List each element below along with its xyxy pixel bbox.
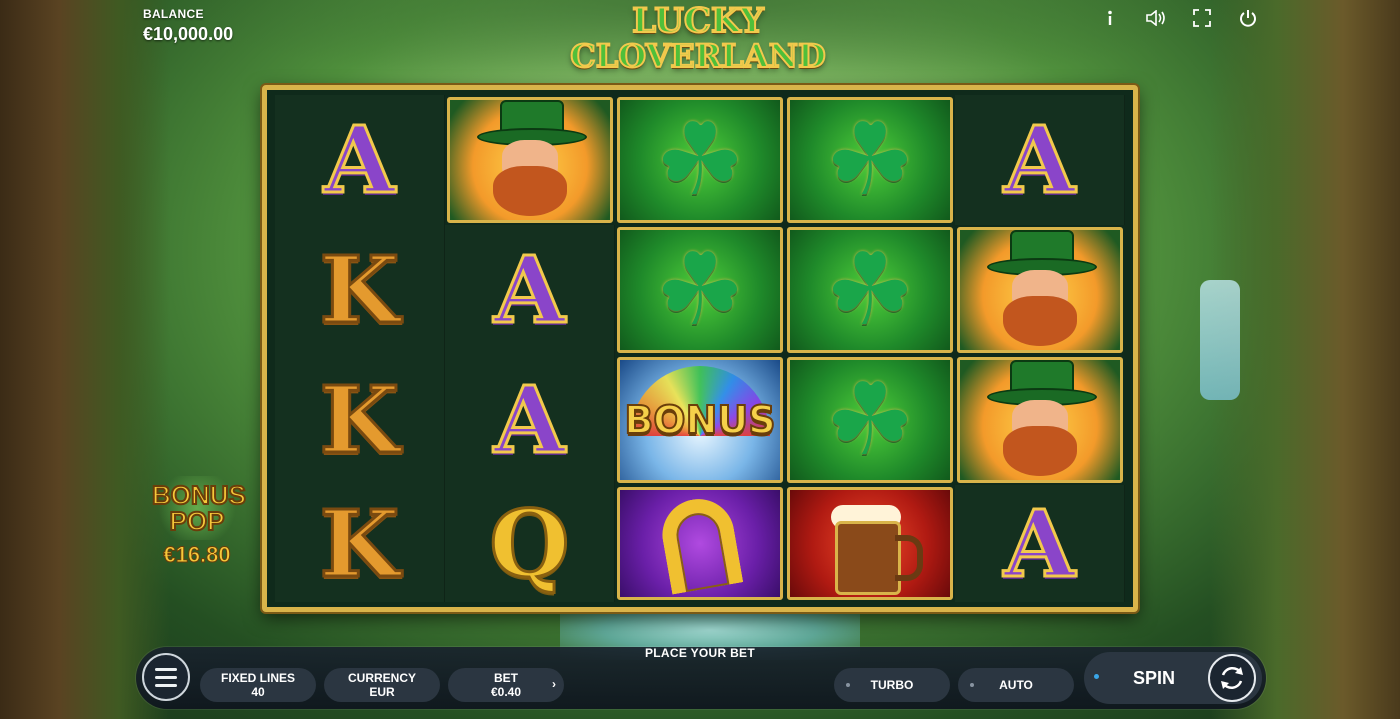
- fixed-lines-label: FIXED LINES: [220, 670, 295, 685]
- spin-button[interactable]: [1208, 654, 1256, 702]
- reel-grid: A ☘ ☘ A K A ☘ ☘ K A BONUS ☘ K Q A: [275, 95, 1125, 602]
- letter-a: A: [1002, 489, 1076, 598]
- symbol-horseshoe: [617, 487, 783, 600]
- balance-value: €10,000.00: [143, 24, 234, 44]
- symbol-k: K: [275, 355, 445, 485]
- spin-arrows-icon: [1221, 666, 1243, 690]
- leprechaun-icon: [965, 360, 1115, 480]
- symbol-k: K: [275, 485, 445, 602]
- bonus-pop-amount: €16.80: [163, 542, 231, 568]
- fixed-lines-value: 40: [251, 685, 265, 699]
- sound-icon[interactable]: [1144, 6, 1168, 30]
- spin-indicator: [1094, 674, 1099, 679]
- currency-display: CURRENCY EUR: [324, 668, 440, 702]
- symbol-a: A: [955, 95, 1125, 225]
- symbol-clover: ☘: [787, 97, 953, 223]
- horseshoe-icon: [656, 492, 744, 595]
- menu-icon-line: [155, 675, 177, 679]
- bet-value: €0.40: [490, 685, 522, 699]
- symbol-clover: ☘: [787, 357, 953, 483]
- symbol-leprechaun: [957, 227, 1123, 353]
- clover-icon: ☘: [825, 364, 915, 476]
- reels-frame: A ☘ ☘ A K A ☘ ☘ K A BONUS ☘ K Q A: [262, 85, 1138, 612]
- fixed-lines-display: FIXED LINES 40: [200, 668, 316, 702]
- letter-a: A: [492, 366, 566, 474]
- leprechaun-icon: [455, 100, 605, 220]
- symbol-a: A: [275, 95, 445, 225]
- spin-label: SPIN: [1132, 668, 1175, 688]
- symbol-q: Q: [445, 485, 615, 602]
- symbol-leprechaun: [957, 357, 1123, 483]
- auto-indicator: [970, 683, 974, 687]
- bonus-pop-title: BONUS POP: [151, 476, 247, 540]
- bonus-pop-badge: BONUS POP €16.80: [151, 476, 247, 568]
- waterfall: [1200, 280, 1240, 400]
- bonus-emblem: BONUS: [620, 360, 780, 480]
- letter-a: A: [322, 106, 396, 214]
- logo-line1: LUCKY: [631, 1, 765, 41]
- currency-label: CURRENCY: [347, 670, 416, 685]
- symbol-clover: ☘: [617, 227, 783, 353]
- currency-value: EUR: [369, 685, 395, 699]
- bonus-text: BONUS: [623, 397, 776, 443]
- chevron-right-icon[interactable]: ›: [552, 677, 556, 691]
- place-your-bet-title: PLACE YOUR BET: [645, 646, 755, 660]
- menu-icon-line: [155, 667, 177, 671]
- balance-display: BALANCE €10,000.00: [143, 7, 233, 45]
- symbol-a: A: [445, 355, 615, 485]
- clover-icon: ☘: [655, 104, 745, 216]
- symbol-bonus: BONUS: [617, 357, 783, 483]
- symbol-a: A: [955, 485, 1125, 602]
- turbo-label: TURBO: [870, 677, 914, 692]
- bonus-pop-line1: BONUS: [151, 480, 247, 510]
- balance-label: BALANCE: [143, 7, 204, 21]
- letter-q: Q: [488, 489, 571, 598]
- symbol-beer-mug: [787, 487, 953, 600]
- left-tree: [0, 0, 170, 719]
- auto-button[interactable]: AUTO: [958, 668, 1074, 702]
- symbol-leprechaun: [447, 97, 613, 223]
- symbol-k: K: [275, 225, 445, 355]
- clover-icon: ☘: [825, 234, 915, 346]
- info-icon[interactable]: [1098, 6, 1122, 30]
- symbol-a: A: [445, 225, 615, 355]
- bonus-pop-line2: POP: [169, 506, 226, 536]
- clover-icon: ☘: [825, 104, 915, 216]
- turbo-button[interactable]: TURBO: [834, 668, 950, 702]
- top-toolbar: [1098, 6, 1260, 30]
- letter-a: A: [1002, 106, 1076, 214]
- clover-icon: ☘: [655, 234, 745, 346]
- fullscreen-icon[interactable]: [1190, 6, 1214, 30]
- letter-k: K: [318, 236, 401, 344]
- menu-icon-line: [155, 683, 177, 687]
- turbo-indicator: [846, 683, 850, 687]
- letter-k: K: [318, 366, 401, 474]
- bet-label: BET: [494, 670, 518, 685]
- bet-selector[interactable]: BET €0.40: [448, 668, 564, 702]
- logo-line2: CLOVERLAND: [569, 37, 826, 75]
- power-icon[interactable]: [1236, 6, 1260, 30]
- letter-a: A: [492, 236, 566, 344]
- game-logo: LUCKY CLOVERLAND: [569, 1, 826, 80]
- symbol-clover: ☘: [617, 97, 783, 223]
- symbol-clover: ☘: [787, 227, 953, 353]
- leprechaun-icon: [965, 230, 1115, 350]
- menu-button[interactable]: [142, 653, 190, 701]
- beer-mug-icon: [831, 499, 923, 595]
- letter-k: K: [318, 489, 401, 598]
- auto-label: AUTO: [999, 677, 1033, 692]
